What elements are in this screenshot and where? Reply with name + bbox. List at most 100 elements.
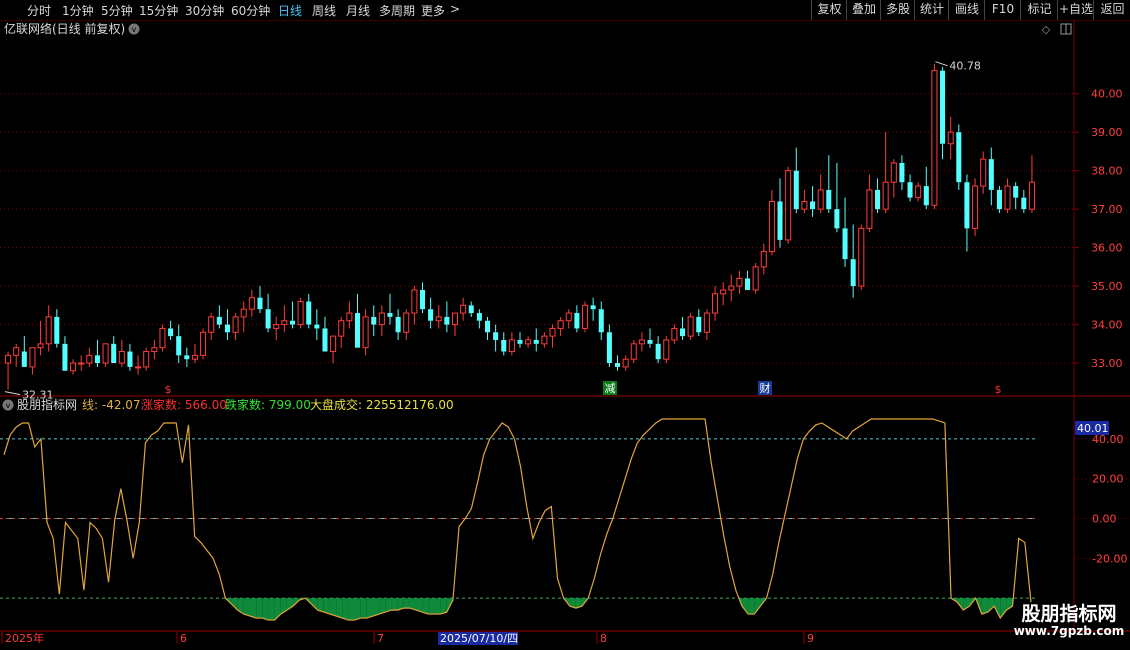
period-tab[interactable]: 月线	[346, 2, 370, 19]
period-tab[interactable]: 周线	[312, 2, 336, 19]
candle-body-up	[581, 304, 589, 329]
candle-body-down	[745, 278, 751, 290]
candle-body-up	[817, 189, 824, 210]
price-axis: 33.00 34.00 35.00 36.00 37.00 38.00 39.00 40.00	[1074, 88, 1123, 370]
price-axis-label: 33.00	[1091, 357, 1123, 370]
candle	[176, 324, 182, 364]
candle	[378, 305, 385, 337]
event-marker-finance[interactable]: 财	[760, 381, 771, 395]
diamond-icon[interactable]: ◇	[1042, 23, 1051, 36]
candle	[866, 174, 873, 233]
candle	[972, 178, 979, 237]
toolbar-button[interactable]: +自选	[1057, 0, 1094, 20]
time-label: 8	[600, 632, 607, 645]
candle-body-up	[378, 312, 385, 326]
candle-body-down	[850, 259, 856, 287]
candle	[882, 132, 889, 213]
period-tab[interactable]: 更多	[421, 2, 445, 19]
event-marker-reduce[interactable]: 减	[605, 382, 616, 395]
toolbar: 分时 1分钟 5分钟 15分钟 30分钟 60分钟 日线 周线 月线 多周期 更多 > 复权 叠加 多股统…	[0, 0, 1130, 21]
toolbar-button[interactable]: 标记	[1020, 0, 1058, 20]
candle-body-down	[988, 159, 994, 190]
indicator-fill-segment	[323, 598, 330, 615]
period-tab[interactable]: 30分钟	[185, 2, 224, 19]
candle-body-down	[834, 209, 840, 229]
toolbar-button[interactable]: 复权	[811, 0, 847, 20]
candle	[728, 274, 735, 302]
watermark-url: www.7gpzb.com	[1013, 624, 1125, 638]
candle-body-down	[322, 328, 328, 352]
candle	[842, 197, 848, 267]
candle	[850, 224, 856, 298]
indicator-grid	[0, 438, 1036, 599]
period-tab[interactable]: 5分钟	[101, 2, 133, 19]
candle-body-down	[371, 316, 377, 325]
candle-body-down	[476, 313, 482, 321]
more-chevron-icon[interactable]: >	[450, 2, 460, 16]
candle	[1021, 189, 1027, 213]
indicator-fill-segment	[249, 598, 257, 619]
candle	[907, 174, 913, 202]
period-tab[interactable]: 日线	[278, 2, 302, 19]
candle	[541, 332, 548, 348]
candle	[184, 347, 190, 367]
candle-body-up	[687, 316, 694, 337]
period-tab[interactable]: 15分钟	[139, 2, 178, 19]
indicator-fill-segment	[372, 598, 380, 617]
candle-body-up	[931, 70, 938, 206]
indicator-fill-segment	[379, 598, 386, 615]
candle	[78, 355, 85, 371]
candle-body-down	[517, 339, 523, 344]
candle-body-up	[525, 339, 532, 345]
candle	[964, 174, 970, 252]
candle	[598, 301, 604, 340]
time-label: 6	[180, 632, 187, 645]
candle	[322, 316, 328, 352]
candle-body-down	[21, 351, 27, 367]
candle	[890, 159, 897, 198]
candle	[671, 324, 678, 344]
toolbar-button[interactable]: 叠加	[846, 0, 881, 20]
candle	[362, 309, 369, 356]
candle-body-down	[923, 186, 929, 206]
event-marker-dividend-2[interactable]: $	[995, 383, 1002, 396]
candle	[94, 339, 100, 367]
stock-chart[interactable]: v 亿联网络(日线 前复权) ◇ 33.00 34.00 35.00 36.00 37.…	[0, 20, 1130, 650]
indicator-fill-segment	[403, 598, 410, 609]
candle-body-up	[45, 316, 52, 345]
candle	[1004, 178, 1011, 213]
period-tab[interactable]: 分时	[27, 2, 51, 19]
toolbar-button[interactable]: 画线	[948, 0, 985, 20]
period-tab[interactable]: 60分钟	[231, 2, 270, 19]
toolbar-button[interactable]: F10	[984, 0, 1021, 20]
candle-body-up	[281, 320, 288, 326]
period-tab[interactable]: 多周期	[379, 2, 415, 19]
candle	[387, 293, 393, 325]
candle-body-up	[671, 327, 678, 341]
candle-body-up	[191, 354, 198, 360]
indicator-fill-segment	[1000, 598, 1007, 619]
candle-body-up	[508, 339, 515, 353]
indicator-fill-segment	[342, 598, 349, 621]
candle	[752, 263, 759, 294]
toolbar-button[interactable]: 多股	[880, 0, 915, 20]
candle-body-up	[720, 289, 727, 295]
candle	[590, 297, 596, 321]
indicator-fill-segment	[391, 598, 398, 611]
candle-body-up	[13, 347, 20, 356]
candle	[460, 297, 467, 321]
candle	[444, 301, 450, 333]
candle-body-up	[557, 320, 564, 329]
period-tab[interactable]: 1分钟	[62, 2, 94, 19]
candle-body-down	[387, 313, 393, 317]
candle-body-down	[289, 320, 295, 325]
candle-body-up	[858, 227, 865, 287]
candle	[346, 301, 353, 329]
candle-body-up	[980, 158, 987, 187]
candle-body-up	[232, 316, 239, 333]
toolbar-button[interactable]: 返回	[1093, 0, 1130, 20]
candle-body-up	[273, 324, 280, 329]
event-marker-dividend[interactable]: $	[165, 383, 172, 396]
toolbar-button[interactable]: 统计	[914, 0, 949, 20]
price-axis-label: 40.00	[1091, 88, 1123, 101]
